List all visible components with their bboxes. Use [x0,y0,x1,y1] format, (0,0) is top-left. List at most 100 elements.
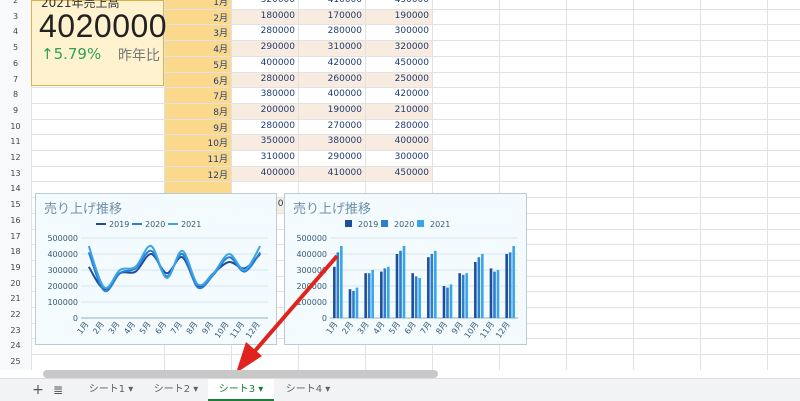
value-cell[interactable]: 310000 [298,42,365,52]
value-cell[interactable]: 290000 [298,152,365,162]
value-cell[interactable]: 210000 [365,105,432,115]
value-cell[interactable]: 410000 [298,168,365,178]
bar-2020 [352,291,355,318]
value-cell[interactable]: 400000 [298,89,365,99]
bar-chart[interactable]: 売り上げ推移 500000400000300000200000100000020… [284,193,527,345]
x-tick-label: 11月 [478,320,496,340]
add-sheet-button[interactable]: + [30,379,46,401]
value-cell[interactable]: 420000 [298,58,365,68]
horizontal-scrollbar[interactable] [43,370,438,378]
month-cell[interactable]: 12月 [164,168,231,181]
row-number: 24 [0,341,31,350]
all-sheets-button[interactable]: ≣ [50,379,66,401]
value-cell[interactable]: 380000 [231,89,298,99]
value-cell[interactable]: 320000 [231,0,298,5]
value-cell[interactable]: 400000 [365,136,432,146]
value-cell[interactable]: 350000 [231,136,298,146]
bar-2021 [512,246,515,318]
value-cell[interactable]: 250000 [365,74,432,84]
value-cell[interactable]: 410000 [298,0,365,5]
tab-sheet2[interactable]: シート2 ▾ [144,379,208,401]
row-number: 9 [0,106,31,115]
value-cell[interactable]: 320000 [365,42,432,52]
y-tick-label: 0 [73,314,78,323]
gridline [31,181,800,182]
tab-sheet3[interactable]: シート3 ▾ [208,379,274,401]
value-cell[interactable]: 450000 [365,58,432,68]
y-tick-label: 300000 [296,266,327,275]
gridline [31,119,800,120]
legend-label: 2020 [145,220,165,229]
y-tick-label: 100000 [47,298,78,307]
value-cell[interactable]: 280000 [365,121,432,131]
bar-2021 [434,251,437,318]
x-tick-label: 5月 [387,320,402,336]
line-chart[interactable]: 売り上げ推移 500000400000300000200000100000020… [35,193,277,345]
x-tick-label: 2月 [91,320,106,336]
row-number: 10 [0,122,31,131]
month-cell[interactable]: 7月 [164,89,231,102]
bar-2019 [490,268,493,318]
row-number: 8 [0,90,31,99]
value-cell[interactable]: 260000 [298,74,365,84]
bar-2019 [443,286,446,318]
bar-2019 [333,267,336,318]
value-cell[interactable]: 190000 [298,105,365,115]
value-cell[interactable]: 400000 [231,58,298,68]
row-number: 23 [0,326,31,335]
month-cell[interactable]: 10月 [164,136,231,149]
bar-2021 [371,270,374,318]
kpi-value: 4020000 [39,8,167,45]
month-cell[interactable]: 6月 [164,74,231,87]
value-cell[interactable]: 200000 [231,105,298,115]
value-cell[interactable]: 170000 [298,11,365,21]
value-cell[interactable]: 380000 [298,136,365,146]
month-cell[interactable]: 5月 [164,58,231,71]
month-cell[interactable]: 11月 [164,152,231,165]
value-cell[interactable]: 280000 [231,74,298,84]
x-tick-label: 7月 [419,320,434,336]
bar-2020 [462,275,465,318]
value-cell[interactable]: 290000 [231,42,298,52]
tab-label: シート3 [219,384,255,395]
value-cell[interactable]: 450000 [365,0,432,5]
bar-2020 [446,288,449,318]
row-number: 11 [0,137,31,146]
value-cell[interactable]: 420000 [365,89,432,99]
value-cell[interactable]: 280000 [231,121,298,131]
month-cell[interactable]: 8月 [164,105,231,118]
value-cell[interactable]: 300000 [365,152,432,162]
chevron-down-icon: ▾ [258,384,263,395]
month-cell[interactable]: 1月 [164,0,231,8]
value-cell[interactable]: 450000 [365,168,432,178]
x-tick-label: 2月 [340,320,355,336]
y-tick-label: 400000 [296,250,327,259]
line-chart-svg: 5000004000003000002000001000000201920202… [36,194,278,346]
gridline [31,354,800,355]
month-cell[interactable]: 2月 [164,11,231,24]
row-number: 4 [0,27,31,36]
value-cell[interactable]: 310000 [231,152,298,162]
value-cell[interactable]: 280000 [231,26,298,36]
value-cell[interactable]: 300000 [365,26,432,36]
bar-2019 [364,273,367,318]
value-cell[interactable]: 400000 [231,168,298,178]
kpi-scorecard[interactable]: 2021年売上高 4020000 ↑5.79% 昨年比 [31,0,164,86]
tab-sheet1[interactable]: シート1 ▾ [78,379,144,401]
x-tick-label: 6月 [403,320,418,336]
row-number: 22 [0,310,31,319]
legend-label: 2020 [394,220,414,229]
value-cell[interactable]: 190000 [365,11,432,21]
month-cell[interactable]: 4月 [164,42,231,55]
tab-sheet4[interactable]: シート4 ▾ [276,379,340,401]
gridline [31,150,800,151]
value-cell[interactable]: 270000 [298,121,365,131]
month-cell[interactable]: 3月 [164,26,231,39]
bar-2020 [509,252,512,318]
value-cell[interactable]: 280000 [298,26,365,36]
y-tick-label: 0 [322,314,327,323]
bar-2019 [427,257,430,318]
value-cell[interactable]: 180000 [231,11,298,21]
month-cell[interactable]: 9月 [164,121,231,134]
bar-2021 [340,246,343,318]
